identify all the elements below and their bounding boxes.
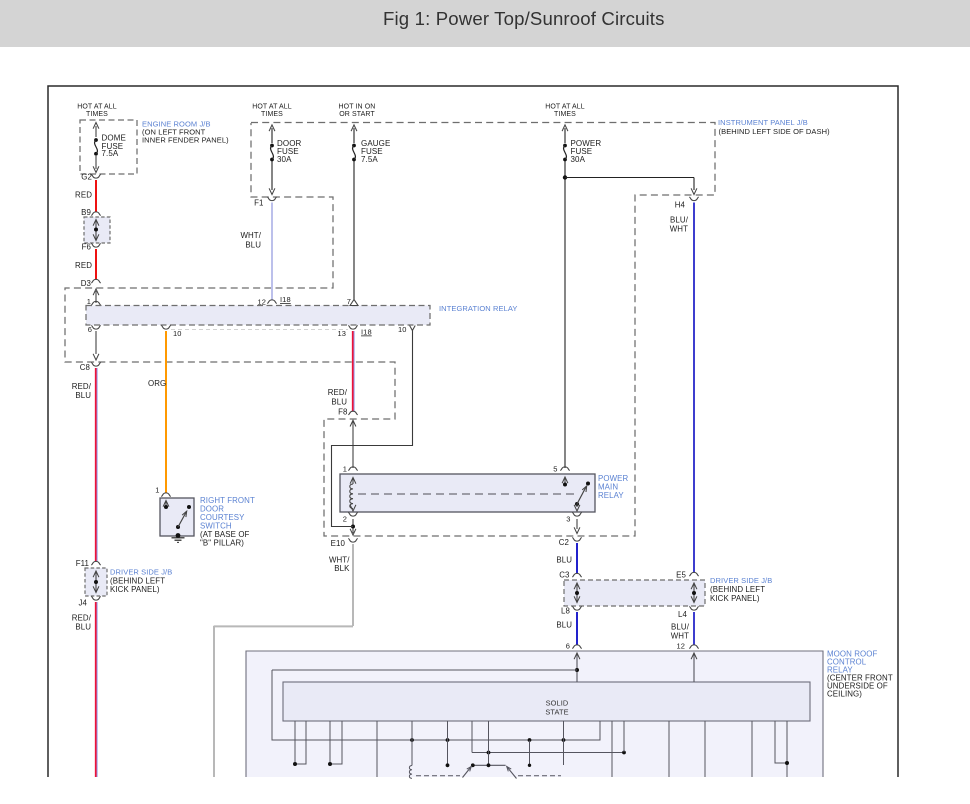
- svg-text:30A: 30A: [277, 155, 292, 164]
- svg-text:J4: J4: [78, 599, 87, 608]
- svg-text:BLU: BLU: [556, 621, 572, 630]
- svg-text:INNER FENDER PANEL): INNER FENDER PANEL): [142, 136, 229, 145]
- svg-text:12: 12: [257, 298, 266, 307]
- svg-text:B9: B9: [81, 208, 91, 217]
- svg-text:E10: E10: [331, 539, 346, 548]
- svg-text:F1: F1: [254, 199, 263, 208]
- svg-text:ORG: ORG: [148, 379, 166, 388]
- svg-text:STATE: STATE: [545, 708, 568, 717]
- svg-text:WHT: WHT: [671, 632, 689, 641]
- svg-text:7.5A: 7.5A: [361, 155, 378, 164]
- svg-text:13: 13: [337, 329, 346, 338]
- svg-text:KICK PANEL): KICK PANEL): [110, 585, 160, 594]
- svg-text:HOT AT ALL: HOT AT ALL: [77, 103, 117, 110]
- svg-text:SOLID: SOLID: [546, 699, 569, 708]
- svg-text:30A: 30A: [571, 155, 586, 164]
- svg-text:BLU/: BLU/: [671, 623, 690, 632]
- svg-text:D3: D3: [81, 279, 92, 288]
- svg-text:G2: G2: [81, 173, 92, 182]
- svg-text:C2: C2: [559, 538, 569, 547]
- svg-text:C3: C3: [559, 571, 570, 580]
- svg-text:6: 6: [88, 325, 92, 334]
- svg-text:BLU: BLU: [75, 623, 91, 632]
- svg-text:TIMES: TIMES: [554, 111, 576, 118]
- svg-text:WHT/: WHT/: [240, 231, 261, 240]
- svg-text:TIMES: TIMES: [86, 111, 108, 118]
- svg-text:RED: RED: [75, 261, 92, 270]
- svg-text:2: 2: [343, 515, 347, 524]
- svg-text:BLK: BLK: [334, 564, 350, 573]
- svg-text:DRIVER SIDE J/B: DRIVER SIDE J/B: [710, 576, 772, 585]
- svg-text:12: 12: [676, 642, 685, 651]
- svg-text:BLU: BLU: [331, 398, 347, 407]
- svg-text:RELAY: RELAY: [598, 491, 624, 500]
- svg-text:L8: L8: [561, 607, 570, 616]
- svg-text:WHT: WHT: [670, 225, 688, 234]
- svg-text:I18: I18: [280, 295, 291, 304]
- svg-text:C8: C8: [80, 363, 91, 372]
- svg-text:TIMES: TIMES: [261, 111, 283, 118]
- svg-text:E5: E5: [676, 571, 686, 580]
- svg-text:BLU/: BLU/: [670, 216, 689, 225]
- svg-text:F8: F8: [338, 408, 348, 417]
- svg-text:F6: F6: [82, 243, 92, 252]
- svg-text:(BEHIND LEFT: (BEHIND LEFT: [710, 585, 765, 594]
- svg-text:CEILING): CEILING): [827, 690, 862, 699]
- svg-text:RED/: RED/: [72, 382, 92, 391]
- svg-text:1: 1: [155, 486, 159, 495]
- svg-text:F11: F11: [76, 559, 89, 568]
- svg-text:RED/: RED/: [72, 614, 92, 623]
- svg-text:BLU: BLU: [245, 241, 261, 250]
- svg-text:INTEGRATION RELAY: INTEGRATION RELAY: [439, 304, 518, 313]
- svg-text:INSTRUMENT PANEL J/B: INSTRUMENT PANEL J/B: [718, 118, 808, 127]
- svg-text:HOT AT ALL: HOT AT ALL: [252, 103, 292, 110]
- svg-text:7.5A: 7.5A: [102, 149, 119, 158]
- svg-text:"B" PILLAR): "B" PILLAR): [200, 539, 244, 548]
- svg-text:1: 1: [87, 297, 91, 306]
- svg-text:BLU: BLU: [556, 556, 572, 565]
- svg-text:1: 1: [343, 465, 347, 474]
- svg-text:H4: H4: [675, 201, 686, 210]
- svg-text:3: 3: [566, 515, 570, 524]
- svg-text:OR START: OR START: [339, 111, 375, 118]
- svg-text:5: 5: [553, 465, 557, 474]
- svg-text:RED: RED: [75, 191, 92, 200]
- svg-text:10: 10: [398, 325, 407, 334]
- svg-text:HOT IN ON: HOT IN ON: [339, 103, 376, 110]
- svg-text:BLU: BLU: [75, 391, 91, 400]
- svg-text:10: 10: [173, 329, 182, 338]
- svg-text:HOT AT ALL: HOT AT ALL: [545, 103, 585, 110]
- svg-text:I18: I18: [361, 328, 372, 337]
- svg-text:KICK PANEL): KICK PANEL): [710, 594, 760, 603]
- svg-text:L4: L4: [678, 610, 687, 619]
- svg-text:(BEHIND LEFT SIDE OF DASH): (BEHIND LEFT SIDE OF DASH): [719, 127, 831, 136]
- svg-text:7: 7: [347, 297, 351, 306]
- svg-text:RED/: RED/: [328, 388, 348, 397]
- svg-text:DRIVER SIDE J/B: DRIVER SIDE J/B: [110, 568, 172, 577]
- svg-text:6: 6: [566, 642, 570, 651]
